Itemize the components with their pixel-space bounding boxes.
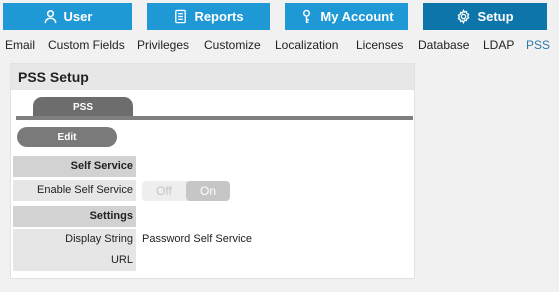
submenu-localization[interactable]: Localization <box>275 38 338 52</box>
url-row: URL <box>13 250 413 271</box>
settings-section-row: Settings <box>13 206 413 227</box>
enable-self-service-label: Enable Self Service <box>13 180 136 201</box>
key-icon <box>303 9 311 24</box>
tab-underline <box>16 116 413 120</box>
self-service-header: Self Service <box>13 156 136 177</box>
submenu-customize[interactable]: Customize <box>204 38 261 52</box>
user-icon <box>44 10 56 24</box>
nav-setup-label: Setup <box>477 9 514 24</box>
display-string-row: Display String Password Self Service <box>13 229 413 250</box>
settings-header: Settings <box>13 206 136 227</box>
submenu-licenses[interactable]: Licenses <box>356 38 403 52</box>
nav-reports-button[interactable]: Reports <box>147 3 270 30</box>
setup-submenu: Email Custom Fields Privileges Customize… <box>0 34 559 56</box>
nav-setup-button[interactable]: Setup <box>423 3 547 30</box>
panel-title: PSS Setup <box>18 69 89 85</box>
url-label: URL <box>13 250 136 271</box>
toggle-on-option[interactable]: On <box>186 181 230 201</box>
submenu-privileges[interactable]: Privileges <box>137 38 189 52</box>
enable-self-service-toggle[interactable]: Off On <box>142 181 230 201</box>
pss-setup-panel: PSS Setup PSS Edit Self Service Enable S… <box>10 63 415 279</box>
submenu-custom-fields[interactable]: Custom Fields <box>48 38 125 52</box>
display-string-label: Display String <box>13 229 136 250</box>
nav-user-label: User <box>63 9 93 24</box>
gear-icon <box>458 9 470 24</box>
nav-my-account-label: My Account <box>320 9 394 24</box>
submenu-pss[interactable]: PSS <box>526 38 550 52</box>
nav-user-button[interactable]: User <box>3 3 132 30</box>
edit-button[interactable]: Edit <box>17 127 117 147</box>
toggle-off-option[interactable]: Off <box>142 181 186 201</box>
self-service-section-row: Self Service <box>13 156 413 177</box>
submenu-database[interactable]: Database <box>418 38 469 52</box>
submenu-email[interactable]: Email <box>5 38 35 52</box>
panel-header: PSS Setup <box>11 64 414 90</box>
submenu-ldap[interactable]: LDAP <box>483 38 514 52</box>
nav-reports-label: Reports <box>194 9 244 24</box>
top-navigation: User Reports My Account Setup <box>0 0 559 32</box>
nav-my-account-button[interactable]: My Account <box>285 3 408 30</box>
reports-icon <box>175 9 187 24</box>
display-string-value: Password Self Service <box>142 233 253 245</box>
enable-self-service-row: Enable Self Service Off On <box>13 180 413 201</box>
tab-pss[interactable]: PSS <box>33 97 133 117</box>
